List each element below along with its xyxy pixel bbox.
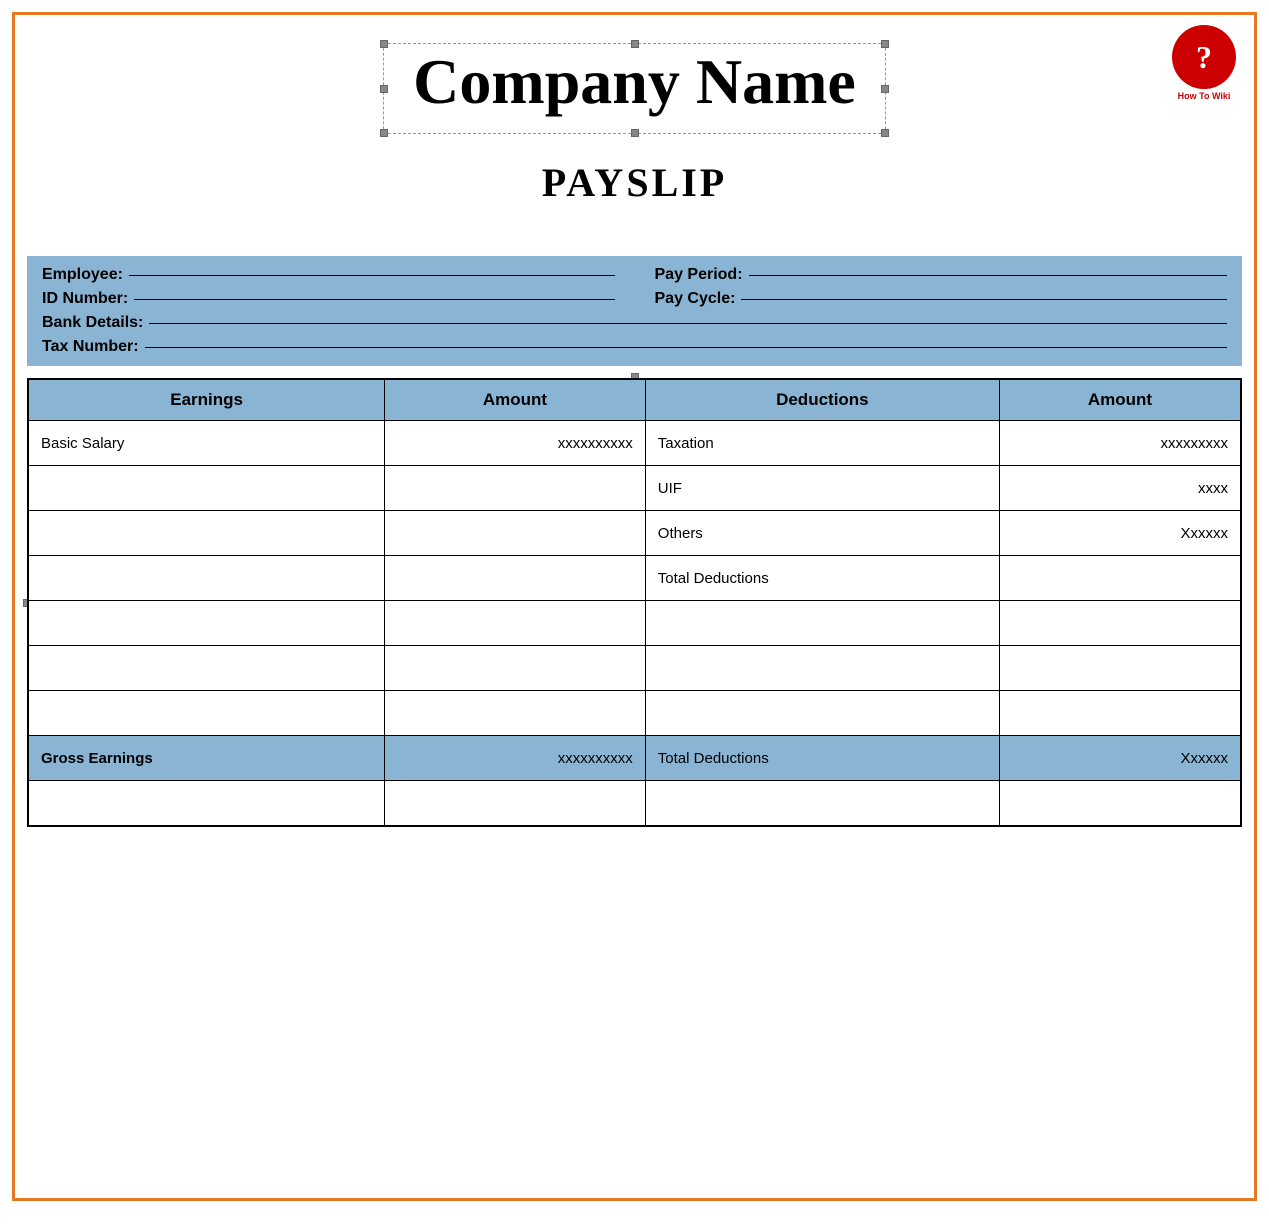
company-name: Company Name xyxy=(413,35,856,129)
payslip-table-container: Earnings Amount Deductions Amount Basic … xyxy=(27,378,1242,827)
document-container: ? How To Wiki Company Name PAYSLIP Emplo… xyxy=(12,12,1257,1201)
deductions-amount-cell xyxy=(999,601,1240,646)
earnings-amount-cell xyxy=(385,691,646,736)
info-row-employee-payperiod: Employee: Pay Period: xyxy=(42,266,1227,284)
deductions-amount-cell: xxxx xyxy=(999,466,1240,511)
deductions-amount-cell: Xxxxxx xyxy=(999,511,1240,556)
earnings-cell xyxy=(29,646,385,691)
pay-cycle-line xyxy=(741,299,1227,300)
gross-amount-cell: xxxxxxxxxx xyxy=(385,736,646,781)
handle-bc[interactable] xyxy=(631,129,639,137)
table-row xyxy=(29,691,1241,736)
deductions-amount-cell xyxy=(999,646,1240,691)
deductions-cell xyxy=(645,781,999,826)
earnings-cell xyxy=(29,691,385,736)
info-section: Employee: Pay Period: ID Number: Pay Cyc… xyxy=(27,256,1242,366)
earnings-amount-cell xyxy=(385,601,646,646)
pay-period-line xyxy=(749,275,1227,276)
paycycle-pair: Pay Cycle: xyxy=(655,290,1228,308)
earnings-amount-cell xyxy=(385,556,646,601)
deductions-cell: Taxation xyxy=(645,421,999,466)
tax-number-line xyxy=(145,347,1227,348)
earnings-cell xyxy=(29,511,385,556)
table-row: Others Xxxxxx xyxy=(29,511,1241,556)
table-row: Basic Salary xxxxxxxxxx Taxation xxxxxxx… xyxy=(29,421,1241,466)
deductions-cell: UIF xyxy=(645,466,999,511)
pay-cycle-label: Pay Cycle: xyxy=(655,290,736,308)
id-number-label: ID Number: xyxy=(42,290,128,308)
info-row-bank: Bank Details: xyxy=(42,314,1227,332)
deductions-cell: Others xyxy=(645,511,999,556)
deductions-amount-cell xyxy=(999,781,1240,826)
table-row: UIF xxxx xyxy=(29,466,1241,511)
deductions-amount-cell: xxxxxxxxx xyxy=(999,421,1240,466)
deductions-amount-cell xyxy=(999,691,1240,736)
payslip-title: PAYSLIP xyxy=(75,159,1194,206)
info-row-tax: Tax Number: xyxy=(42,338,1227,356)
employee-pair: Employee: xyxy=(42,266,615,284)
deductions-cell xyxy=(645,646,999,691)
table-footer-row: Gross Earnings xxxxxxxxxx Total Deductio… xyxy=(29,736,1241,781)
pay-period-label: Pay Period: xyxy=(655,266,743,284)
col-amount-deductions: Amount xyxy=(999,380,1240,421)
deductions-cell xyxy=(645,601,999,646)
col-deductions: Deductions xyxy=(645,380,999,421)
earnings-cell xyxy=(29,466,385,511)
payslip-table: Earnings Amount Deductions Amount Basic … xyxy=(28,379,1241,826)
employee-label: Employee: xyxy=(42,266,123,284)
id-pair: ID Number: xyxy=(42,290,615,308)
total-deductions-label-cell: Total Deductions xyxy=(645,736,999,781)
earnings-cell xyxy=(29,781,385,826)
employee-line xyxy=(129,275,615,276)
gross-earnings-cell: Gross Earnings xyxy=(29,736,385,781)
bank-details-line xyxy=(149,323,1227,324)
col-amount-earnings: Amount xyxy=(385,380,646,421)
bank-details-label: Bank Details: xyxy=(42,314,143,332)
earnings-cell xyxy=(29,601,385,646)
table-row extra-row xyxy=(29,781,1241,826)
payperiod-pair: Pay Period: xyxy=(655,266,1228,284)
table-row: Total Deductions xyxy=(29,556,1241,601)
earnings-amount-cell xyxy=(385,781,646,826)
tax-number-label: Tax Number: xyxy=(42,338,139,356)
table-wrapper: ⊕ Earnings Amount Deductions Amount Basi… xyxy=(15,378,1254,827)
deductions-cell: Total Deductions xyxy=(645,556,999,601)
earnings-amount-cell xyxy=(385,511,646,556)
earnings-cell: Basic Salary xyxy=(29,421,385,466)
handle-tr[interactable] xyxy=(881,40,889,48)
table-row xyxy=(29,646,1241,691)
col-earnings: Earnings xyxy=(29,380,385,421)
handle-bl[interactable] xyxy=(380,129,388,137)
handle-tl[interactable] xyxy=(380,40,388,48)
header-area: Company Name PAYSLIP xyxy=(15,15,1254,256)
earnings-cell xyxy=(29,556,385,601)
table-header-row: Earnings Amount Deductions Amount xyxy=(29,380,1241,421)
info-row-id-paycycle: ID Number: Pay Cycle: xyxy=(42,290,1227,308)
table-row xyxy=(29,601,1241,646)
earnings-amount-cell: xxxxxxxxxx xyxy=(385,421,646,466)
handle-ml[interactable] xyxy=(380,85,388,93)
deductions-amount-cell xyxy=(999,556,1240,601)
deductions-cell xyxy=(645,691,999,736)
id-number-line xyxy=(134,299,614,300)
handle-br[interactable] xyxy=(881,129,889,137)
handle-mr[interactable] xyxy=(881,85,889,93)
earnings-amount-cell xyxy=(385,466,646,511)
earnings-amount-cell xyxy=(385,646,646,691)
total-deductions-amount-cell: Xxxxxx xyxy=(999,736,1240,781)
